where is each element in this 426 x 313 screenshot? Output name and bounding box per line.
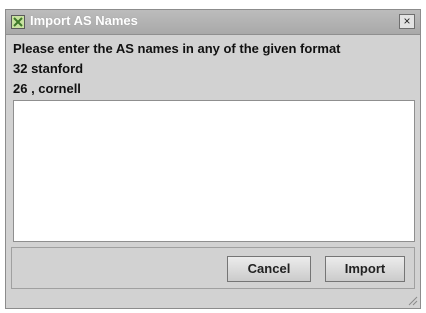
window-title: Import AS Names: [30, 13, 138, 28]
app-icon-glyph: [13, 17, 23, 27]
as-names-textarea[interactable]: [13, 100, 415, 242]
title-bar[interactable]: Import AS Names ×: [6, 10, 420, 35]
close-icon[interactable]: ×: [399, 14, 415, 29]
import-as-names-dialog: Import AS Names × Please enter the AS na…: [5, 9, 421, 309]
example-format-1: 32 stanford: [13, 61, 84, 76]
button-bar: Cancel Import: [11, 247, 415, 289]
example-format-2: 26 , cornell: [13, 81, 81, 96]
resize-grip-icon[interactable]: [406, 294, 418, 306]
instruction-text: Please enter the AS names in any of the …: [13, 41, 341, 56]
import-button[interactable]: Import: [325, 256, 405, 282]
cancel-button[interactable]: Cancel: [227, 256, 311, 282]
app-icon: [11, 15, 25, 29]
